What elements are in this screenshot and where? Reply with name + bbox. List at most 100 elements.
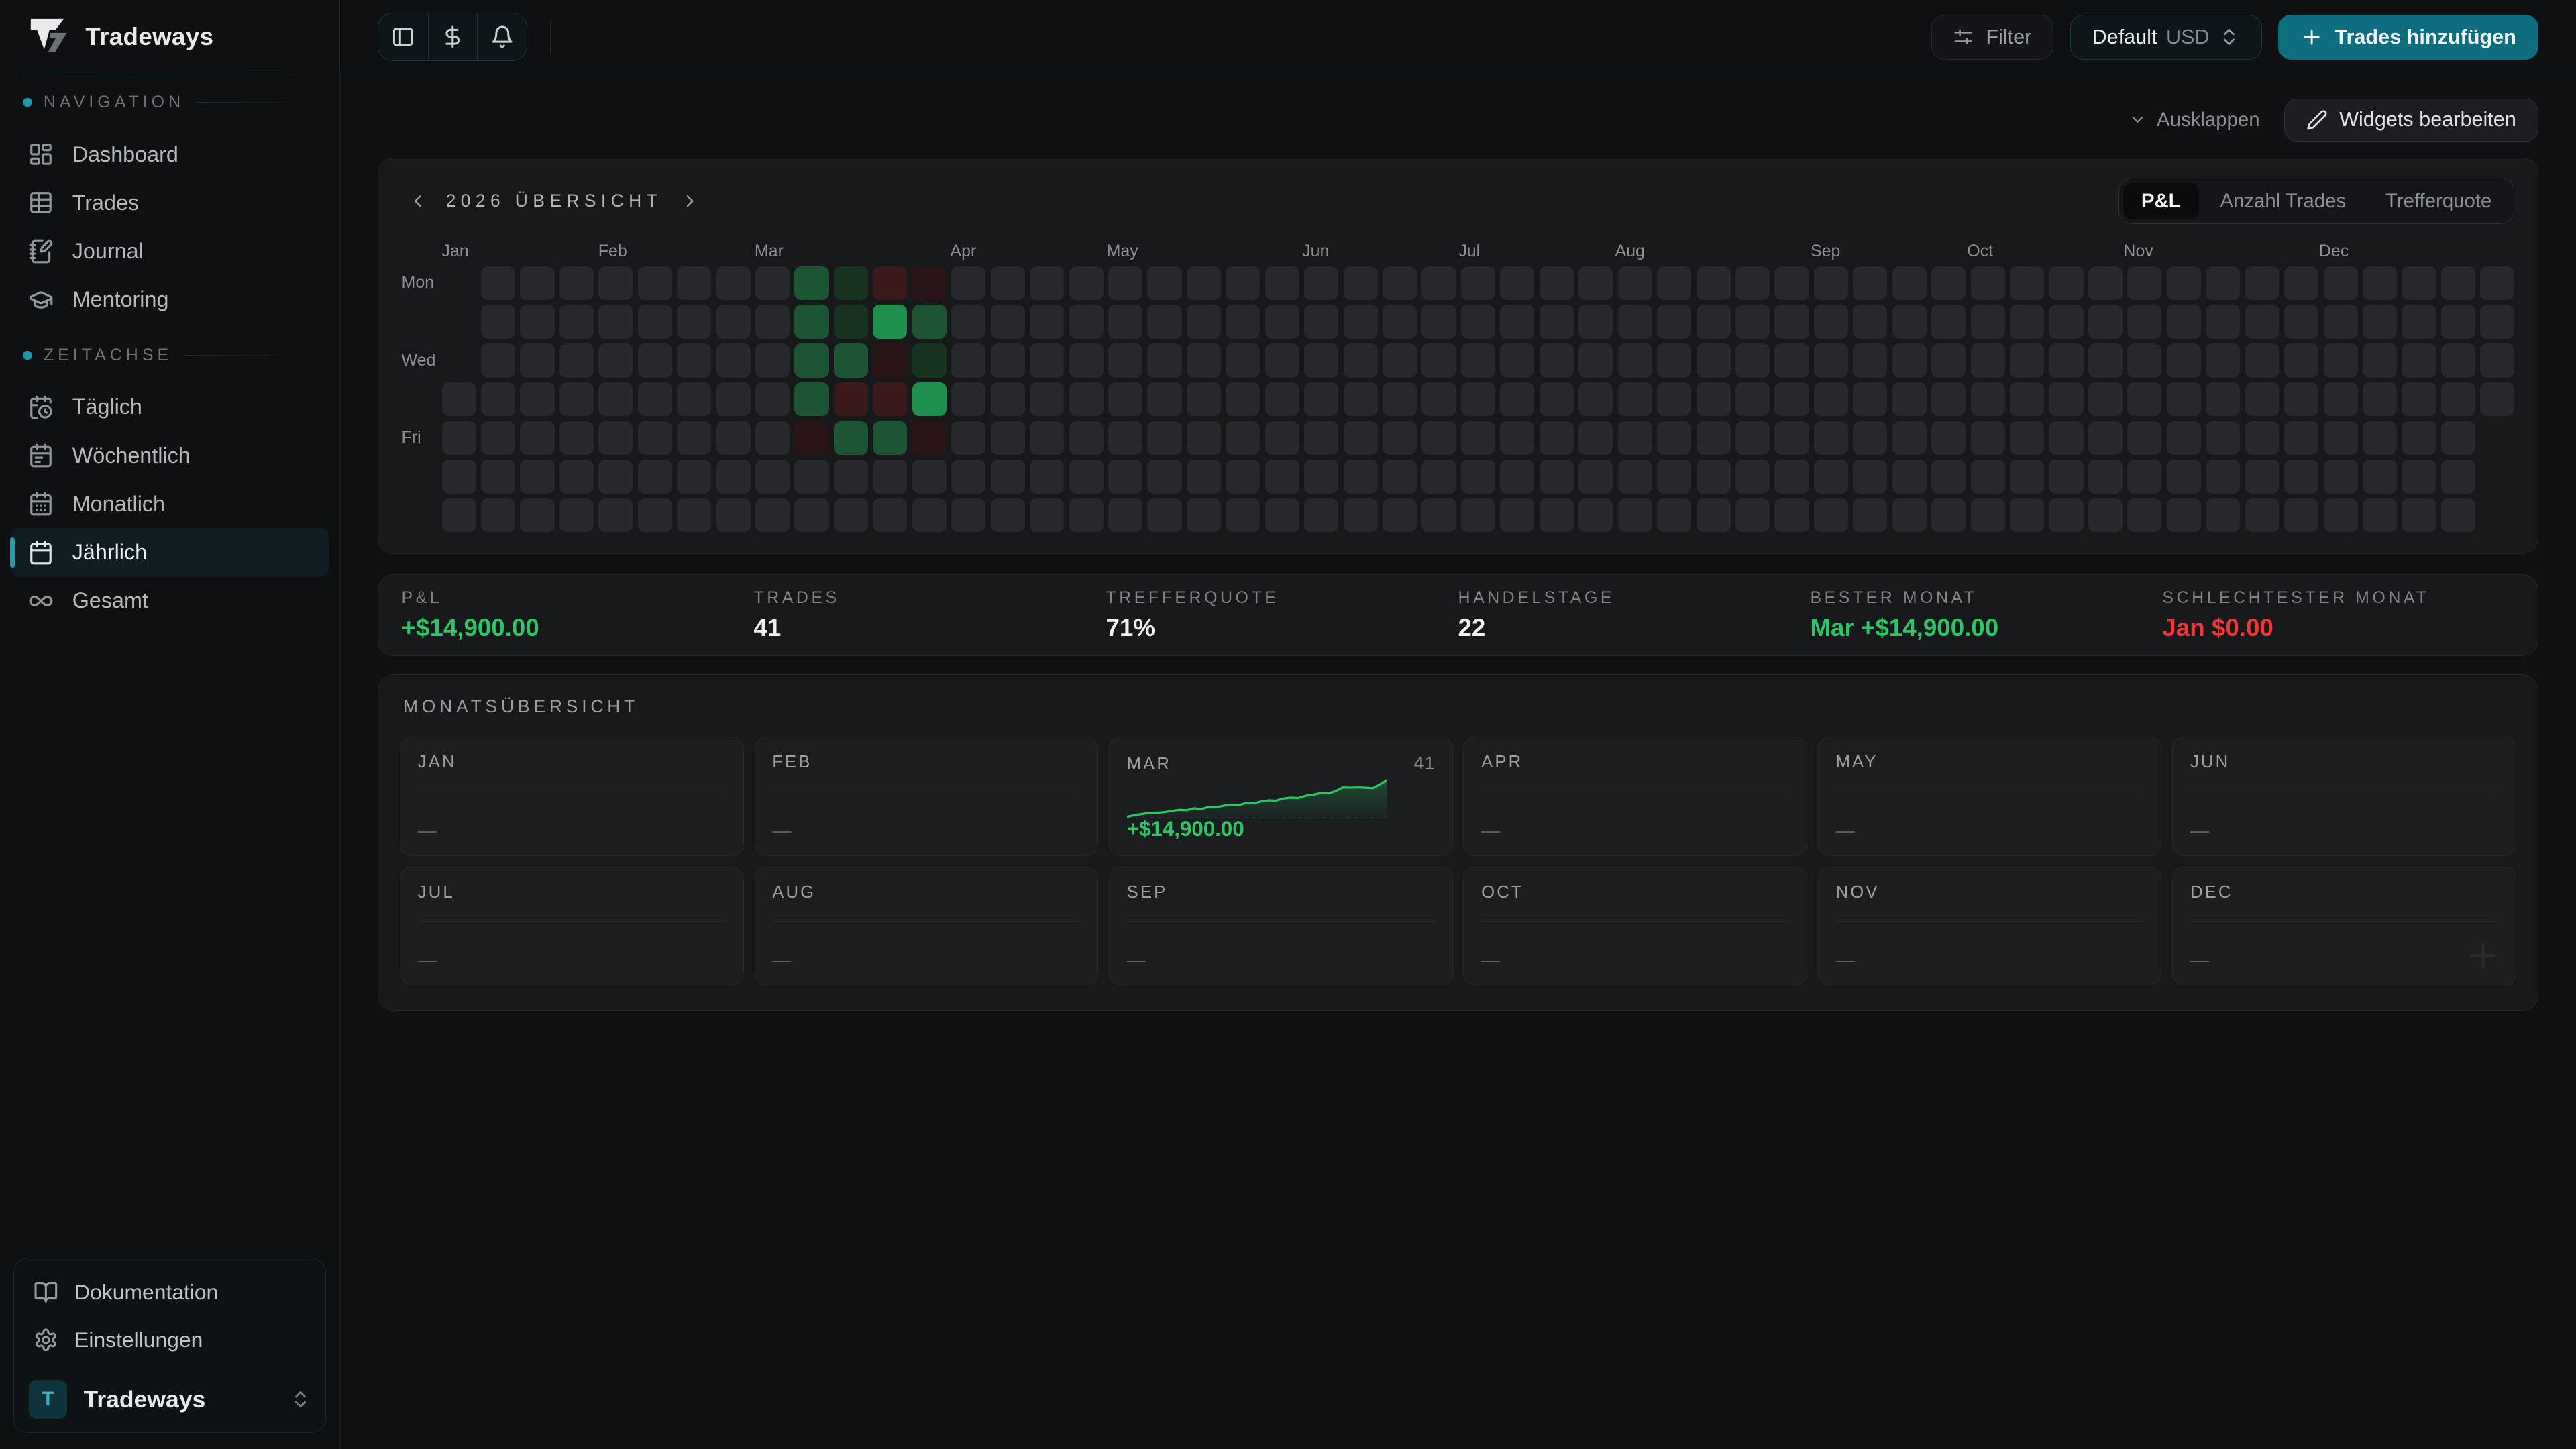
heatmap-day-cell[interactable]: [991, 421, 1025, 455]
heatmap-day-cell[interactable]: [1069, 382, 1104, 416]
heatmap-day-cell[interactable]: [2284, 305, 2318, 338]
heatmap-day-cell[interactable]: [1540, 305, 1574, 338]
heatmap-day-cell[interactable]: [1226, 343, 1260, 377]
heatmap-day-cell[interactable]: [1697, 460, 1731, 493]
heatmap-day-cell[interactable]: [2363, 421, 2397, 455]
heatmap-day-cell[interactable]: [2284, 382, 2318, 416]
heatmap-day-cell[interactable]: [559, 382, 594, 416]
heatmap-day-cell[interactable]: [1500, 498, 1534, 532]
add-trades-button[interactable]: Trades hinzufügen: [2278, 15, 2538, 60]
heatmap-day-cell[interactable]: [2245, 421, 2279, 455]
heatmap-day-cell[interactable]: [2245, 266, 2279, 300]
heatmap-day-cell[interactable]: [1697, 343, 1731, 377]
month-card-oct[interactable]: OCT—: [1463, 867, 1807, 986]
heatmap-day-cell[interactable]: [1931, 266, 1966, 300]
heatmap-day-cell[interactable]: [520, 498, 554, 532]
heatmap-day-cell[interactable]: [834, 305, 868, 338]
heatmap-day-cell[interactable]: [1657, 460, 1691, 493]
heatmap-day-cell[interactable]: [2441, 421, 2475, 455]
heatmap-day-cell[interactable]: [1421, 382, 1456, 416]
heatmap-day-cell[interactable]: [2167, 498, 2201, 532]
heatmap-day-cell[interactable]: [1265, 266, 1299, 300]
heatmap-day-cell[interactable]: [991, 498, 1025, 532]
heatmap-day-cell[interactable]: [1265, 382, 1299, 416]
heatmap-day-cell[interactable]: [2480, 266, 2514, 300]
heatmap-day-cell[interactable]: [2480, 305, 2514, 338]
heatmap-day-cell[interactable]: [2284, 266, 2318, 300]
heatmap-day-cell[interactable]: [1265, 460, 1299, 493]
heatmap-day-cell[interactable]: [1383, 498, 1417, 532]
heatmap-day-cell[interactable]: [1421, 498, 1456, 532]
heatmap-day-cell[interactable]: [2127, 343, 2161, 377]
heatmap-day-cell[interactable]: [1226, 382, 1260, 416]
heatmap-day-cell[interactable]: [559, 460, 594, 493]
heatmap-day-cell[interactable]: [638, 460, 672, 493]
heatmap-day-cell[interactable]: [1344, 421, 1378, 455]
heatmap-day-cell[interactable]: [2127, 498, 2161, 532]
sidebar-item-dokumentation[interactable]: Dokumentation: [25, 1269, 315, 1316]
heatmap-day-cell[interactable]: [755, 460, 790, 493]
month-card-dec[interactable]: DEC—: [2172, 867, 2516, 986]
heatmap-day-cell[interactable]: [2324, 421, 2358, 455]
heatmap-day-cell[interactable]: [834, 343, 868, 377]
heatmap-day-cell[interactable]: [755, 382, 790, 416]
heatmap-day-cell[interactable]: [1853, 382, 1887, 416]
heatmap-day-cell[interactable]: [1697, 305, 1731, 338]
heatmap-day-cell[interactable]: [1892, 498, 1927, 532]
heatmap-day-cell[interactable]: [1265, 421, 1299, 455]
heatmap-day-cell[interactable]: [1697, 421, 1731, 455]
heatmap-day-cell[interactable]: [1461, 343, 1495, 377]
heatmap-day-cell[interactable]: [1657, 382, 1691, 416]
heatmap-day-cell[interactable]: [2167, 460, 2201, 493]
heatmap-day-cell[interactable]: [2324, 460, 2358, 493]
heatmap-day-cell[interactable]: [2324, 305, 2358, 338]
heatmap-day-cell[interactable]: [1187, 421, 1221, 455]
heatmap-day-cell[interactable]: [834, 421, 868, 455]
heatmap-day-cell[interactable]: [873, 305, 907, 338]
heatmap-day-cell[interactable]: [1304, 460, 1338, 493]
collapse-widgets-link[interactable]: Ausklappen: [2129, 109, 2259, 131]
heatmap-day-cell[interactable]: [1187, 382, 1221, 416]
heatmap-day-cell[interactable]: [991, 343, 1025, 377]
heatmap-day-cell[interactable]: [2010, 382, 2044, 416]
heatmap-day-cell[interactable]: [912, 266, 947, 300]
heatmap-day-cell[interactable]: [716, 343, 751, 377]
heatmap-day-cell[interactable]: [1108, 343, 1142, 377]
heatmap-day-cell[interactable]: [1853, 343, 1887, 377]
heatmap-day-cell[interactable]: [951, 498, 985, 532]
heatmap-day-cell[interactable]: [598, 343, 633, 377]
heatmap-day-cell[interactable]: [2206, 421, 2240, 455]
heatmap-day-cell[interactable]: [559, 266, 594, 300]
heatmap-day-cell[interactable]: [2010, 343, 2044, 377]
heatmap-day-cell[interactable]: [1108, 382, 1142, 416]
heatmap-day-cell[interactable]: [1069, 460, 1104, 493]
heatmap-day-cell[interactable]: [1540, 266, 1574, 300]
heatmap-day-cell[interactable]: [951, 343, 985, 377]
heatmap-day-cell[interactable]: [1030, 498, 1064, 532]
heatmap-day-cell[interactable]: [1774, 266, 1809, 300]
heatmap-day-cell[interactable]: [1618, 382, 1652, 416]
heatmap-day-cell[interactable]: [873, 498, 907, 532]
heatmap-day-cell[interactable]: [2441, 498, 2475, 532]
heatmap-day-cell[interactable]: [598, 460, 633, 493]
heatmap-day-cell[interactable]: [1814, 343, 1848, 377]
heatmap-day-cell[interactable]: [1421, 460, 1456, 493]
tab-trefferquote[interactable]: Trefferquote: [2367, 183, 2510, 220]
heatmap-day-cell[interactable]: [1147, 266, 1181, 300]
heatmap-day-cell[interactable]: [677, 305, 711, 338]
heatmap-day-cell[interactable]: [2049, 498, 2083, 532]
heatmap-day-cell[interactable]: [1853, 266, 1887, 300]
heatmap-day-cell[interactable]: [1069, 421, 1104, 455]
heatmap-day-cell[interactable]: [1814, 266, 1848, 300]
heatmap-day-cell[interactable]: [2363, 460, 2397, 493]
heatmap-day-cell[interactable]: [2206, 382, 2240, 416]
heatmap-day-cell[interactable]: [1500, 382, 1534, 416]
heatmap-day-cell[interactable]: [794, 266, 828, 300]
heatmap-day-cell[interactable]: [1226, 460, 1260, 493]
heatmap-day-cell[interactable]: [1971, 460, 2005, 493]
heatmap-day-cell[interactable]: [1618, 266, 1652, 300]
heatmap-day-cell[interactable]: [1500, 343, 1534, 377]
heatmap-day-cell[interactable]: [1030, 305, 1064, 338]
heatmap-day-cell[interactable]: [873, 460, 907, 493]
heatmap-day-cell[interactable]: [481, 421, 515, 455]
